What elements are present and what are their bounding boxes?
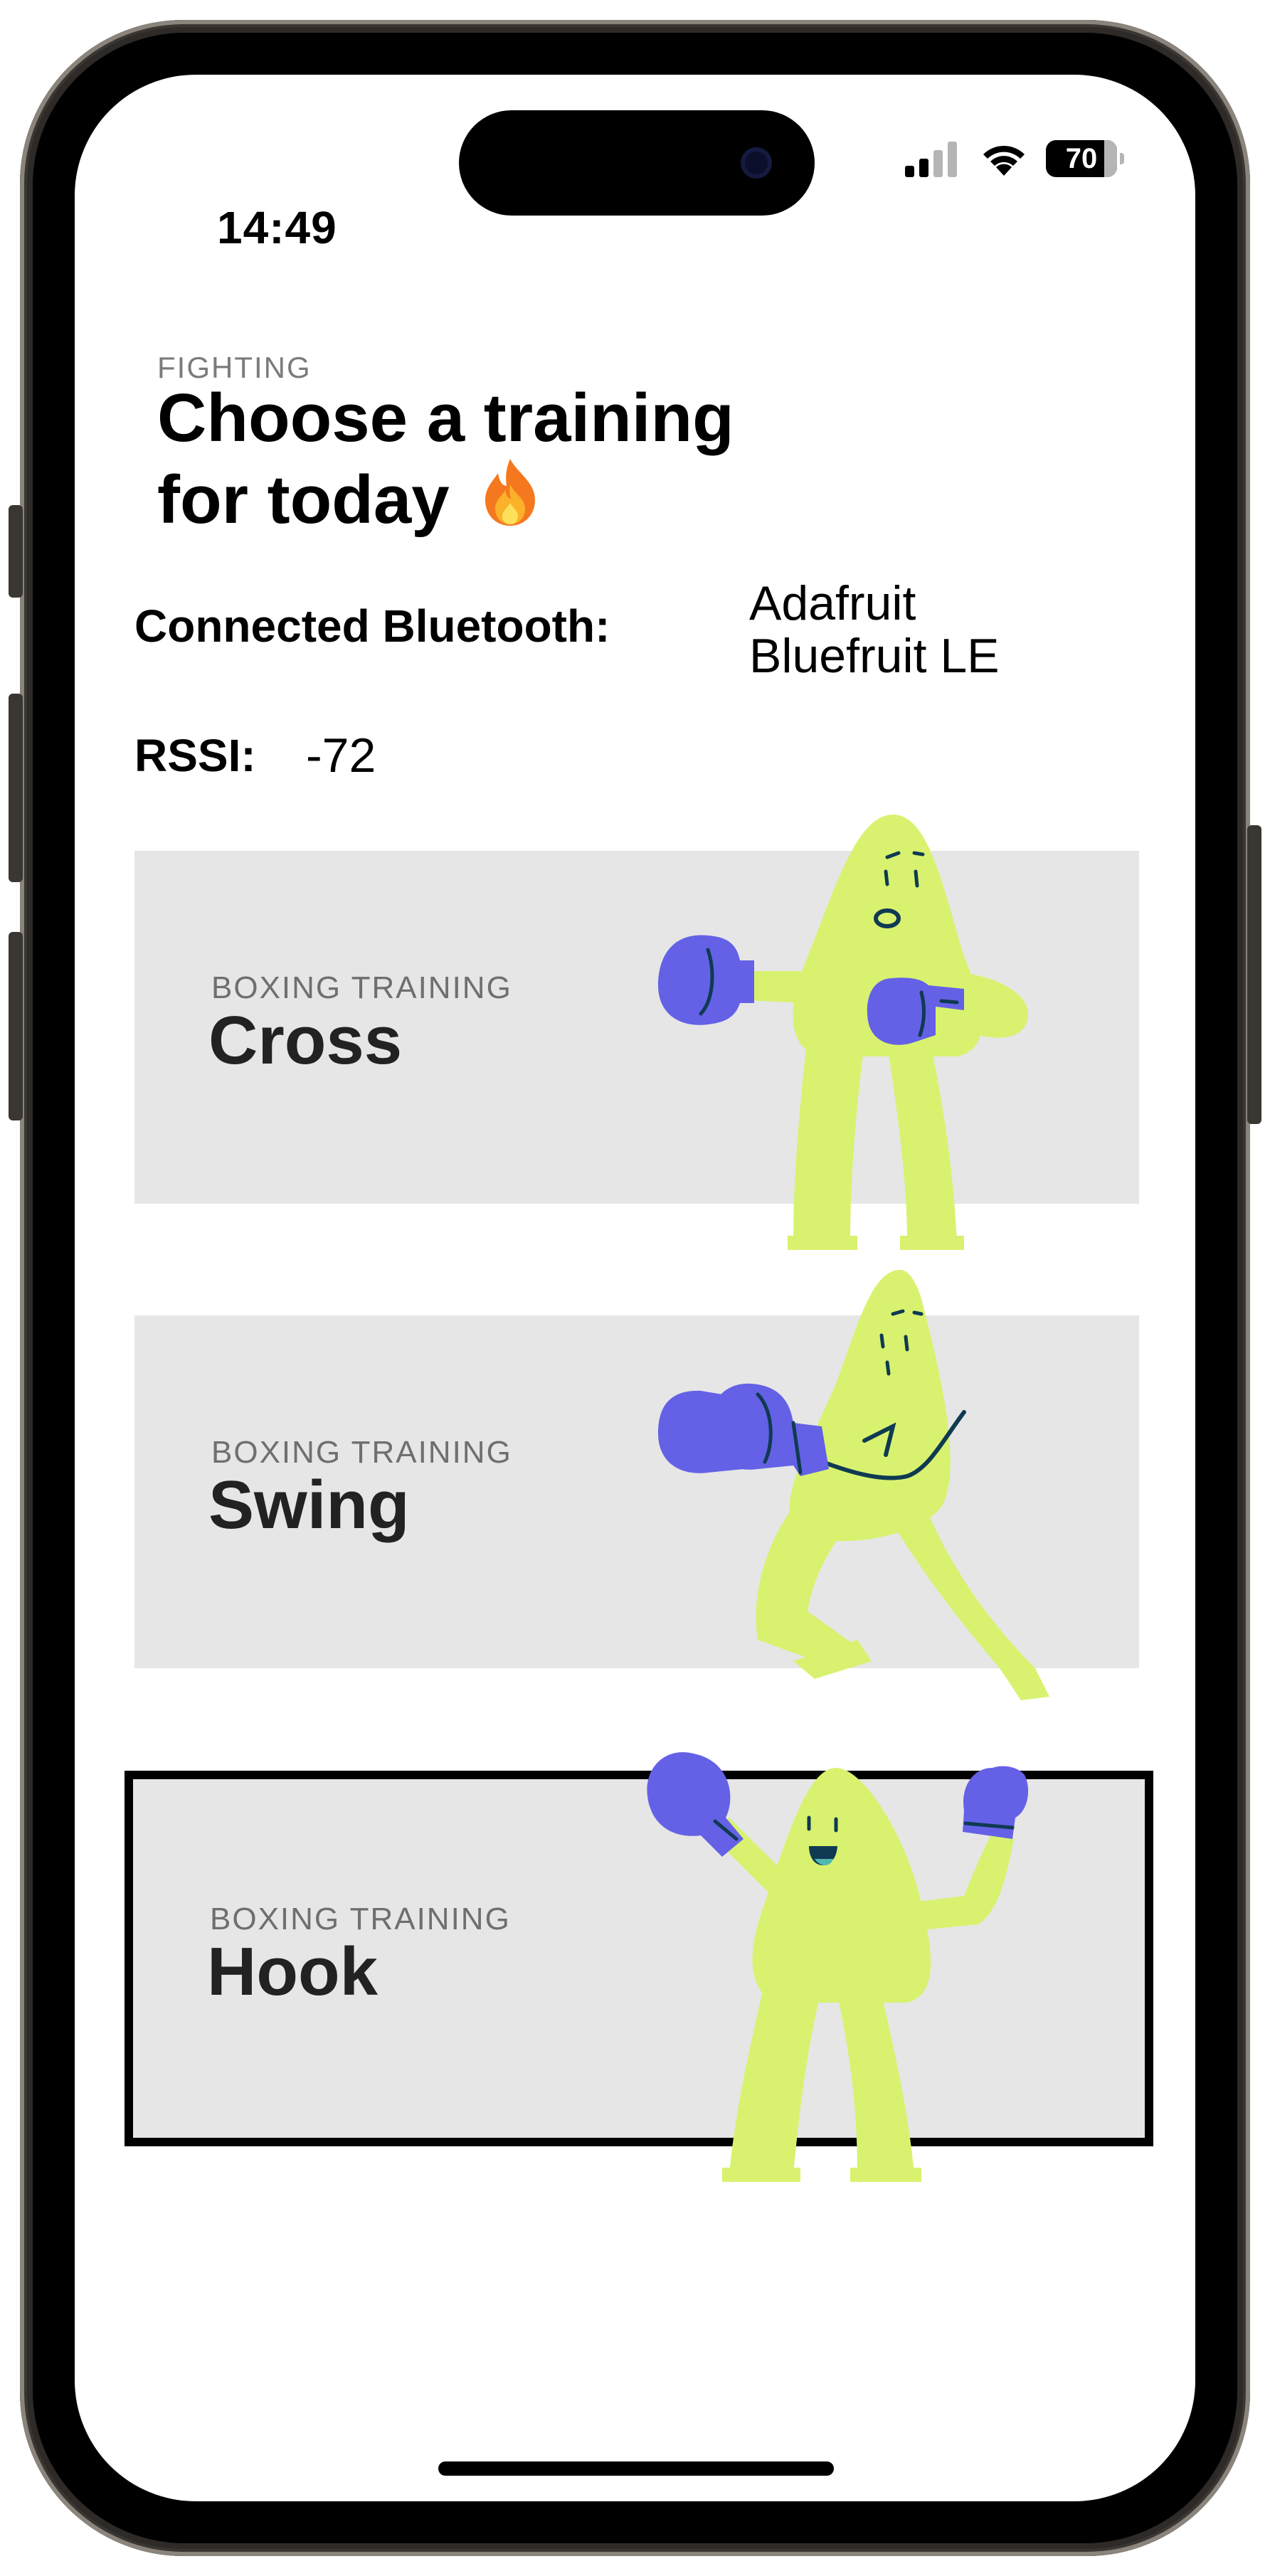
- action-button: [9, 505, 23, 598]
- training-card-subtitle: BOXING TRAINING: [211, 1435, 512, 1470]
- wifi-icon: [983, 145, 1025, 176]
- volume-down-button: [9, 932, 23, 1120]
- training-card-name: Cross: [208, 1002, 403, 1078]
- app-screen: 14:49 70 FIGHTING Choose a training for …: [75, 75, 1195, 2501]
- boxer-swing-illustration: [658, 1270, 1049, 1700]
- volume-up-button: [9, 694, 23, 882]
- fire-icon: [478, 456, 542, 542]
- page-title-line1: Choose a training: [157, 380, 734, 456]
- page-title-line2: for today: [157, 462, 450, 538]
- home-indicator[interactable]: [438, 2461, 834, 2476]
- dynamic-island: [459, 110, 815, 216]
- bluetooth-device-name: Adafruit Bluefruit LE: [749, 577, 1119, 682]
- signal-icon: [905, 142, 957, 177]
- bluetooth-label: Connected Bluetooth:: [134, 600, 610, 652]
- power-button: [1247, 825, 1261, 1124]
- training-card-name: Swing: [208, 1467, 410, 1543]
- boxer-hook-illustration: [647, 1752, 1029, 2182]
- status-icons: 70: [905, 137, 1124, 180]
- training-card-name: Hook: [207, 1934, 378, 2010]
- page-title: Choose a training for today: [157, 381, 1011, 542]
- bluetooth-device-line2: Bluefruit LE: [749, 629, 1000, 683]
- rssi-label: RSSI:: [134, 730, 256, 781]
- front-camera-icon: [741, 147, 772, 179]
- training-card-subtitle: BOXING TRAINING: [210, 1902, 511, 1936]
- battery-level: 70: [1065, 142, 1098, 174]
- boxer-cross-illustration: [658, 815, 1028, 1250]
- bluetooth-device-line1: Adafruit: [749, 576, 916, 630]
- training-card-subtitle: BOXING TRAINING: [211, 970, 512, 1005]
- status-time: 14:49: [217, 202, 337, 253]
- battery-icon: 70: [1046, 140, 1124, 177]
- rssi-value: -72: [306, 728, 376, 783]
